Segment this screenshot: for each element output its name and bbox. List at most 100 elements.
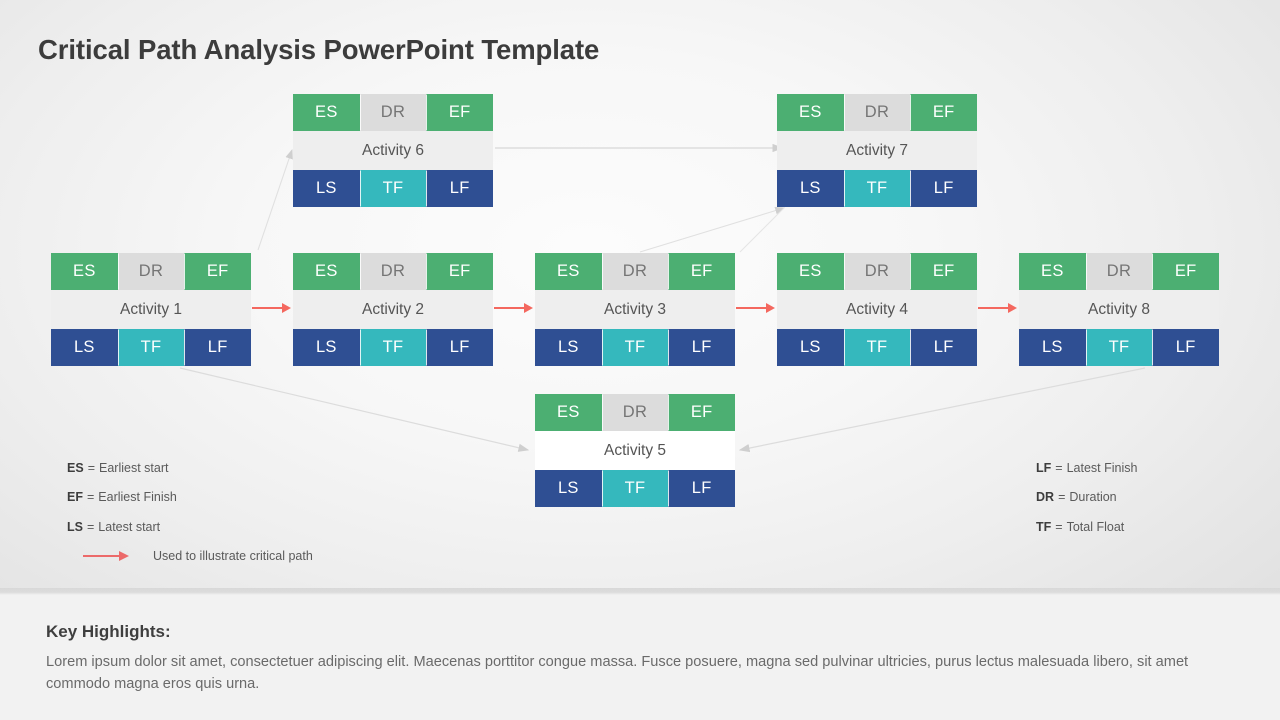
legend-text: Earliest Finish: [98, 490, 177, 505]
cell-ef: EF: [1152, 253, 1220, 290]
legend-text: Total Float: [1066, 519, 1125, 534]
legend-item-critical-path: Used to illustrate critical path: [67, 542, 313, 572]
legend-item-ef: EF = Earliest Finish: [67, 483, 313, 513]
legend-equals: =: [1058, 490, 1066, 505]
activity-node-activity-3[interactable]: ES DR EF Activity 3 LS TF LF: [535, 253, 736, 366]
critical-path-arrow-2-3: [494, 303, 533, 313]
activity-label: Activity 4: [777, 290, 977, 329]
arrow-head: [1008, 303, 1017, 313]
cell-dr: DR: [117, 253, 185, 290]
legend-text: Used to illustrate critical path: [153, 549, 313, 564]
activity-label: Activity 6: [293, 131, 493, 170]
activity-label: Activity 1: [51, 290, 251, 329]
legend-abbr: ES: [67, 460, 84, 475]
activity-node-activity-5[interactable]: ES DR EF Activity 5 LS TF LF: [535, 394, 736, 507]
slide-bottom-divider: [0, 588, 1280, 595]
cell-lf: LF: [668, 470, 736, 507]
cell-es: ES: [1019, 253, 1086, 290]
cell-ef: EF: [668, 253, 736, 290]
cell-tf: TF: [359, 329, 427, 366]
legend-item-ls: LS = Latest start: [67, 512, 313, 542]
cell-ls: LS: [293, 329, 360, 366]
key-highlights-section: Key Highlights: Lorem ipsum dolor sit am…: [0, 595, 1280, 720]
cell-ls: LS: [51, 329, 118, 366]
late-row: LS TF LF: [535, 329, 736, 366]
early-row: ES DR EF: [51, 253, 252, 290]
arrow-shaft: [978, 307, 1008, 309]
late-row: LS TF LF: [293, 170, 494, 207]
late-row: LS TF LF: [1019, 329, 1220, 366]
cell-tf: TF: [117, 329, 185, 366]
cell-tf: TF: [1085, 329, 1153, 366]
activity-node-activity-6[interactable]: ES DR EF Activity 6 LS TF LF: [293, 94, 494, 207]
cell-es: ES: [777, 94, 844, 131]
cell-dr: DR: [601, 394, 669, 431]
late-row: LS TF LF: [535, 470, 736, 507]
legend-abbr: LF: [1036, 460, 1052, 475]
activity-node-activity-4[interactable]: ES DR EF Activity 4 LS TF LF: [777, 253, 978, 366]
activity-label: Activity 5: [535, 431, 735, 470]
legend-equals: =: [87, 460, 95, 475]
cell-ef: EF: [426, 94, 494, 131]
cell-ls: LS: [777, 329, 844, 366]
slide-canvas: Critical Path Analysis PowerPoint Templa…: [0, 0, 1280, 593]
legend-equals: =: [86, 519, 95, 534]
legend-text: Latest Finish: [1066, 460, 1138, 475]
activity-node-activity-2[interactable]: ES DR EF Activity 2 LS TF LF: [293, 253, 494, 366]
cell-lf: LF: [910, 329, 978, 366]
activity-label: Activity 2: [293, 290, 493, 329]
legend-abbr: LS: [67, 519, 83, 534]
legend-equals: =: [1055, 519, 1063, 534]
cell-dr: DR: [843, 253, 911, 290]
cell-dr: DR: [601, 253, 669, 290]
late-row: LS TF LF: [777, 329, 978, 366]
legend-abbr: DR: [1036, 490, 1055, 505]
legend-item-tf: TF = Total Float: [1036, 512, 1137, 542]
early-row: ES DR EF: [1019, 253, 1220, 290]
cell-ef: EF: [426, 253, 494, 290]
cell-lf: LF: [426, 329, 494, 366]
cell-ef: EF: [910, 253, 978, 290]
cell-dr: DR: [359, 94, 427, 131]
activity-node-activity-7[interactable]: ES DR EF Activity 7 LS TF LF: [777, 94, 978, 207]
legend-right: LF = Latest Finish DR = Duration TF = To…: [1036, 453, 1137, 542]
legend-text: Duration: [1069, 490, 1117, 505]
arrow-head: [282, 303, 291, 313]
legend-item-dr: DR = Duration: [1036, 483, 1137, 513]
arrow-shaft: [252, 307, 282, 309]
cell-ef: EF: [910, 94, 978, 131]
legend-equals: =: [86, 490, 95, 505]
activity-label: Activity 3: [535, 290, 735, 329]
legend-item-lf: LF = Latest Finish: [1036, 453, 1137, 483]
late-row: LS TF LF: [777, 170, 978, 207]
cell-es: ES: [777, 253, 844, 290]
legend-text: Latest start: [98, 519, 161, 534]
cell-tf: TF: [843, 170, 911, 207]
arrow-head: [524, 303, 533, 313]
activity-label: Activity 7: [777, 131, 977, 170]
cell-es: ES: [293, 94, 360, 131]
critical-path-arrow-3-4: [736, 303, 775, 313]
cell-ls: LS: [535, 329, 602, 366]
early-row: ES DR EF: [293, 94, 494, 131]
activity-label: Activity 8: [1019, 290, 1219, 329]
cell-dr: DR: [843, 94, 911, 131]
arrow-head: [766, 303, 775, 313]
cell-dr: DR: [1085, 253, 1153, 290]
critical-path-arrow-1-2: [252, 303, 291, 313]
cell-ef: EF: [184, 253, 252, 290]
key-highlights-body: Lorem ipsum dolor sit amet, consectetuer…: [46, 654, 1189, 692]
arrow-shaft: [494, 307, 524, 309]
activity-node-activity-8[interactable]: ES DR EF Activity 8 LS TF LF: [1019, 253, 1220, 366]
cell-ls: LS: [535, 470, 602, 507]
critical-path-arrow-icon: [83, 550, 131, 562]
early-row: ES DR EF: [777, 94, 978, 131]
cell-lf: LF: [1152, 329, 1220, 366]
legend-abbr: EF: [67, 490, 83, 505]
cell-tf: TF: [359, 170, 427, 207]
legend-item-es: ES = Earliest start: [67, 453, 313, 483]
cell-lf: LF: [426, 170, 494, 207]
cell-dr: DR: [359, 253, 427, 290]
cell-ef: EF: [668, 394, 736, 431]
activity-node-activity-1[interactable]: ES DR EF Activity 1 LS TF LF: [51, 253, 252, 366]
